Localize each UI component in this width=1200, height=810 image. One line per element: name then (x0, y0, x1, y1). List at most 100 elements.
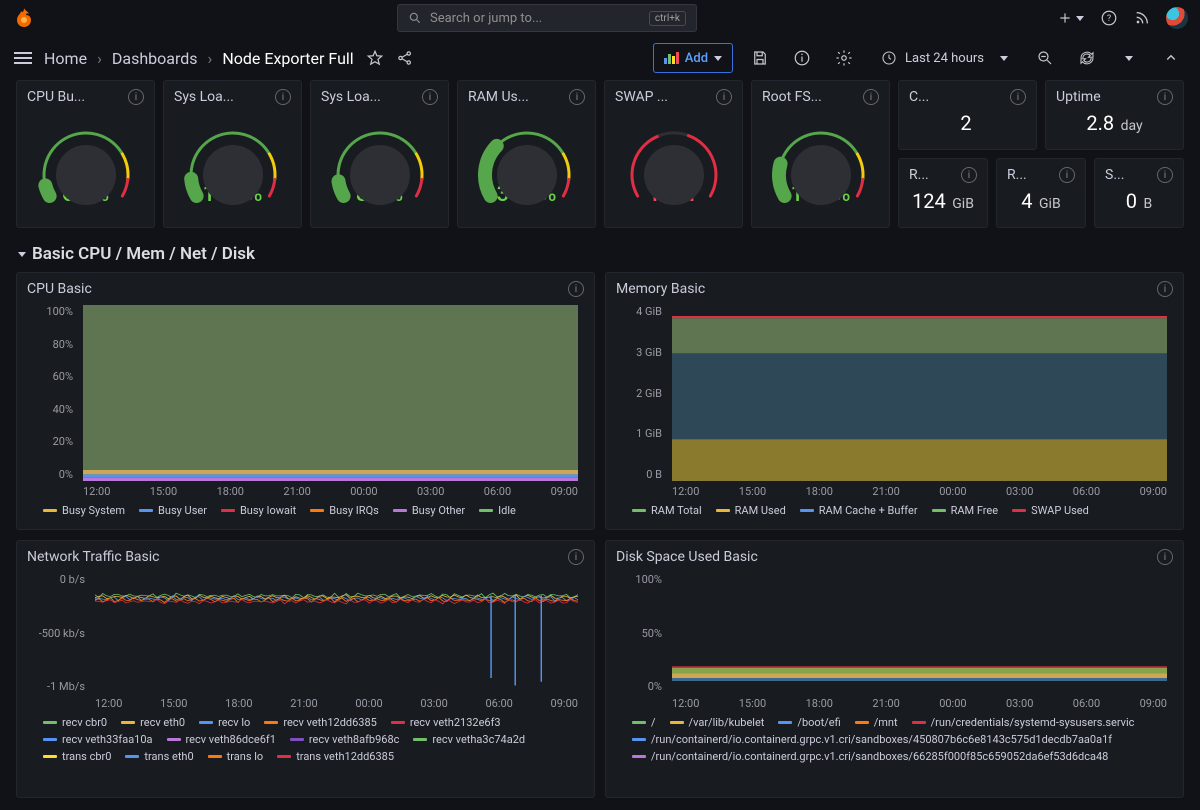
search-placeholder: Search or jump to... (430, 11, 542, 26)
legend-item[interactable]: Busy IRQs (310, 504, 379, 517)
panel-icon (664, 52, 679, 64)
panel-title: CPU Bu... (27, 89, 122, 105)
legend-item[interactable]: Busy User (139, 504, 207, 517)
rss-icon[interactable] (1134, 10, 1150, 26)
zoom-out-icon[interactable] (1030, 43, 1060, 73)
star-icon[interactable] (366, 49, 384, 67)
refresh-icon[interactable] (1072, 43, 1102, 73)
stat-value: 2.8 day (1056, 111, 1173, 135)
help-icon[interactable]: ? (1100, 9, 1118, 27)
panel-title: RAM Us... (468, 89, 563, 105)
info-icon[interactable]: i (1157, 281, 1173, 297)
add-menu[interactable] (1058, 11, 1084, 25)
legend-item[interactable]: /boot/efi (778, 716, 840, 729)
panel-title: Memory Basic (616, 281, 1151, 297)
legend-item[interactable]: recv veth12dd6385 (264, 716, 377, 729)
legend-item[interactable]: /run/containerd/io.containerd.grpc.v1.cr… (632, 750, 1108, 763)
legend-item[interactable]: Busy Iowait (221, 504, 296, 517)
info-icon[interactable]: i (1157, 167, 1173, 183)
stat-panel[interactable]: S...i 0 B (1094, 158, 1184, 228)
stat-value: 124 GiB (909, 189, 977, 213)
legend-item[interactable]: RAM Total (632, 504, 702, 517)
legend-item[interactable]: recv veth33faa10a (43, 733, 153, 746)
refresh-interval-dropdown[interactable] (1114, 43, 1144, 73)
gauge-panel-3[interactable]: RAM Us... i 30.8% (457, 80, 596, 228)
legend-item[interactable]: SWAP Used (1012, 504, 1089, 517)
collapse-icon[interactable] (1156, 43, 1186, 73)
info-icon[interactable]: i (863, 89, 879, 105)
breadcrumb-home[interactable]: Home (44, 49, 87, 68)
legend-item[interactable]: recv veth2132e6f3 (391, 716, 501, 729)
info-icon[interactable]: i (275, 89, 291, 105)
legend-item[interactable]: Idle (479, 504, 516, 517)
settings-icon[interactable] (829, 43, 859, 73)
share-icon[interactable] (396, 49, 414, 67)
add-button[interactable]: Add (653, 43, 733, 73)
info-icon[interactable]: i (128, 89, 144, 105)
info-icon[interactable]: i (1059, 167, 1075, 183)
legend-item[interactable]: / (632, 716, 656, 729)
info-icon[interactable]: i (1010, 89, 1026, 105)
breadcrumb: Home › Dashboards › Node Exporter Full (44, 49, 354, 68)
legend-item[interactable]: /run/containerd/io.containerd.grpc.v1.cr… (632, 733, 1112, 746)
legend-item[interactable]: recv eth0 (121, 716, 185, 729)
search-input[interactable]: Search or jump to... ctrl+k (397, 4, 697, 32)
chart-panel[interactable]: Network Traffic Basici 0 b/s-500 kb/s-1 … (16, 540, 595, 798)
legend-item[interactable]: trans eth0 (125, 750, 193, 763)
grafana-logo[interactable] (12, 6, 36, 30)
chart-panel[interactable]: Disk Space Used Basici 100%50%0% 12:0015… (605, 540, 1184, 798)
legend-item[interactable]: recv lo (199, 716, 250, 729)
chart-panel[interactable]: Memory Basici 4 GiB3 GiB2 GiB1 GiB0 B 12… (605, 272, 1184, 530)
stat-panel[interactable]: R...i 4 GiB (996, 158, 1086, 228)
gauge-panel-0[interactable]: CPU Bu... i 6.5% (16, 80, 155, 228)
chart-panel[interactable]: CPU Basici 100%80%60%40%20%0% 12:0015:00… (16, 272, 595, 530)
gauge-panel-2[interactable]: Sys Loa... i 8.9% (310, 80, 449, 228)
clock-icon (881, 50, 897, 66)
panel-title: CPU Basic (27, 281, 562, 297)
gauge-panel-1[interactable]: Sys Loa... i 10.3% (163, 80, 302, 228)
panel-title: SWAP ... (615, 89, 710, 105)
info-icon[interactable]: i (1157, 549, 1173, 565)
stat-value: 0 B (1105, 189, 1173, 213)
legend-item[interactable]: recv veth8afb968c (290, 733, 400, 746)
info-icon[interactable]: i (961, 167, 977, 183)
legend-item[interactable]: /var/lib/kubelet (670, 716, 765, 729)
legend-item[interactable]: RAM Free (932, 504, 999, 517)
gauge-panel-4[interactable]: SWAP ... i NaN (604, 80, 743, 228)
panel-title: Network Traffic Basic (27, 549, 562, 565)
panel-title: Sys Loa... (174, 89, 269, 105)
stat-panel[interactable]: R...i 124 GiB (898, 158, 988, 228)
svg-text:?: ? (1107, 14, 1111, 24)
section-header[interactable]: Basic CPU / Mem / Net / Disk (0, 236, 1200, 272)
search-shortcut: ctrl+k (649, 11, 686, 26)
legend-item[interactable]: RAM Used (716, 504, 786, 517)
avatar[interactable] (1166, 7, 1188, 29)
panel-title: Disk Space Used Basic (616, 549, 1151, 565)
legend-item[interactable]: Busy System (43, 504, 125, 517)
info-icon[interactable]: i (1157, 89, 1173, 105)
menu-toggle[interactable] (14, 52, 32, 64)
legend-item[interactable]: recv veth86dce6f1 (167, 733, 276, 746)
stat-value: 4 GiB (1007, 189, 1075, 213)
legend-item[interactable]: /run/credentials/systemd-sysusers.servic (912, 716, 1135, 729)
legend-item[interactable]: trans cbr0 (43, 750, 111, 763)
legend-item[interactable]: Busy Other (393, 504, 465, 517)
legend-item[interactable]: recv cbr0 (43, 716, 107, 729)
stat-panel[interactable]: Uptimei 2.8 day (1045, 80, 1184, 150)
info-icon[interactable]: i (568, 549, 584, 565)
info-icon[interactable]: i (569, 89, 585, 105)
info-icon[interactable]: i (422, 89, 438, 105)
legend-item[interactable]: RAM Cache + Buffer (800, 504, 918, 517)
save-icon[interactable] (745, 43, 775, 73)
stat-panel[interactable]: C...i 2 (898, 80, 1037, 150)
time-range-picker[interactable]: Last 24 hours (871, 43, 1018, 73)
legend-item[interactable]: trans lo (208, 750, 264, 763)
legend-item[interactable]: trans veth12dd6385 (277, 750, 394, 763)
gauge-panel-5[interactable]: Root FS... i 19.0% (751, 80, 890, 228)
info-icon[interactable]: i (568, 281, 584, 297)
breadcrumb-dashboards[interactable]: Dashboards (112, 49, 198, 68)
legend-item[interactable]: recv vetha3c74a2d (413, 733, 525, 746)
dashboard-info-icon[interactable] (787, 43, 817, 73)
info-icon[interactable]: i (716, 89, 732, 105)
legend-item[interactable]: /mnt (855, 716, 898, 729)
